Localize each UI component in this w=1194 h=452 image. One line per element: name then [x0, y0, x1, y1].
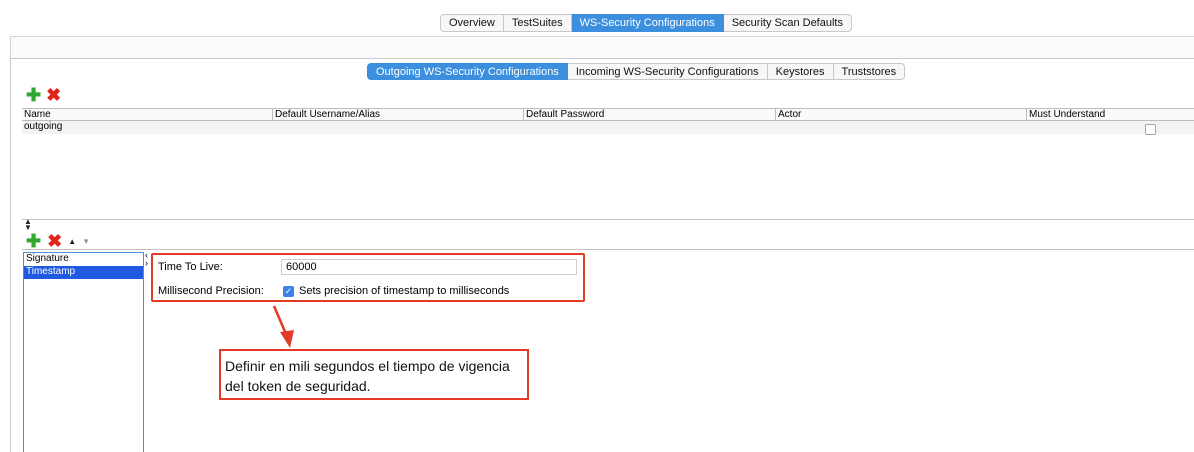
tab-security-scan-defaults[interactable]: Security Scan Defaults — [723, 14, 852, 32]
main-tabs: Overview TestSuites WS-Security Configur… — [440, 14, 852, 32]
tab-overview[interactable]: Overview — [440, 14, 504, 32]
close-icon: ✖ — [46, 85, 62, 105]
ttl-input[interactable] — [281, 259, 577, 275]
checkmark-icon: ✓ — [284, 286, 293, 296]
tab-keystores[interactable]: Keystores — [767, 63, 834, 80]
tab-testsuites[interactable]: TestSuites — [503, 14, 572, 32]
configurations-table: Name Default Username/Alias Default Pass… — [22, 108, 1194, 220]
millisecond-precision-checkbox[interactable]: ✓ — [283, 286, 294, 297]
chevron-right-icon: › — [145, 258, 148, 268]
move-down-button[interactable]: ▼ — [82, 237, 90, 246]
move-up-button[interactable]: ▲ — [68, 237, 76, 246]
splitter-handle[interactable]: ▲ ▼ — [24, 218, 32, 232]
tab-truststores[interactable]: Truststores — [833, 63, 906, 80]
column-header-username[interactable]: Default Username/Alias — [273, 109, 524, 120]
remove-entry-button[interactable]: ✖ — [47, 231, 63, 251]
sub-tabs: Outgoing WS-Security Configurations Inco… — [367, 63, 906, 80]
annotation-line-1: Definir en mili segundos el tiempo de vi… — [225, 358, 510, 374]
column-header-actor[interactable]: Actor — [776, 109, 1027, 120]
list-item-signature[interactable]: Signature — [24, 253, 143, 266]
cell-name[interactable]: outgoing — [22, 121, 273, 134]
chevron-down-icon: ▼ — [82, 236, 91, 246]
remove-configuration-button[interactable]: ✖ — [46, 85, 62, 105]
must-understand-checkbox[interactable] — [1145, 124, 1156, 135]
tab-outgoing-configurations[interactable]: Outgoing WS-Security Configurations — [367, 63, 568, 80]
configurations-toolbar: ✚ ✖ — [26, 85, 62, 105]
table-header: Name Default Username/Alias Default Pass… — [22, 109, 1194, 121]
entries-list: Signature Timestamp — [23, 252, 144, 452]
tab-incoming-configurations[interactable]: Incoming WS-Security Configurations — [567, 63, 768, 80]
add-configuration-button[interactable]: ✚ — [26, 85, 42, 105]
ttl-label: Time To Live: — [158, 261, 223, 273]
timestamp-form: Time To Live: Millisecond Precision: ✓ S… — [151, 253, 585, 302]
column-header-must-understand[interactable]: Must Understand — [1027, 109, 1194, 120]
table-row[interactable]: outgoing — [22, 121, 1194, 134]
split-pane-handle[interactable]: ‹ › — [145, 251, 148, 268]
plus-icon: ✚ — [26, 85, 42, 105]
millisecond-precision-text: Sets precision of timestamp to milliseco… — [299, 285, 510, 297]
top-band — [10, 36, 1194, 58]
annotation-arrow — [272, 305, 294, 348]
close-icon: ✖ — [47, 231, 63, 251]
column-header-password[interactable]: Default Password — [524, 109, 776, 120]
chevron-up-icon: ▲ — [68, 236, 77, 246]
millisecond-precision-label: Millisecond Precision: — [158, 285, 264, 297]
annotation-callout: Definir en mili segundos el tiempo de vi… — [219, 349, 529, 400]
column-header-name[interactable]: Name — [22, 109, 273, 120]
tab-ws-security-configurations[interactable]: WS-Security Configurations — [571, 14, 724, 32]
annotation-line-2: del token de seguridad. — [225, 378, 371, 394]
list-item-timestamp[interactable]: Timestamp — [24, 266, 143, 279]
add-entry-button[interactable]: ✚ — [26, 231, 42, 251]
plus-icon: ✚ — [26, 231, 42, 251]
entries-toolbar: ✚ ✖ ▲ ▼ — [26, 231, 90, 251]
